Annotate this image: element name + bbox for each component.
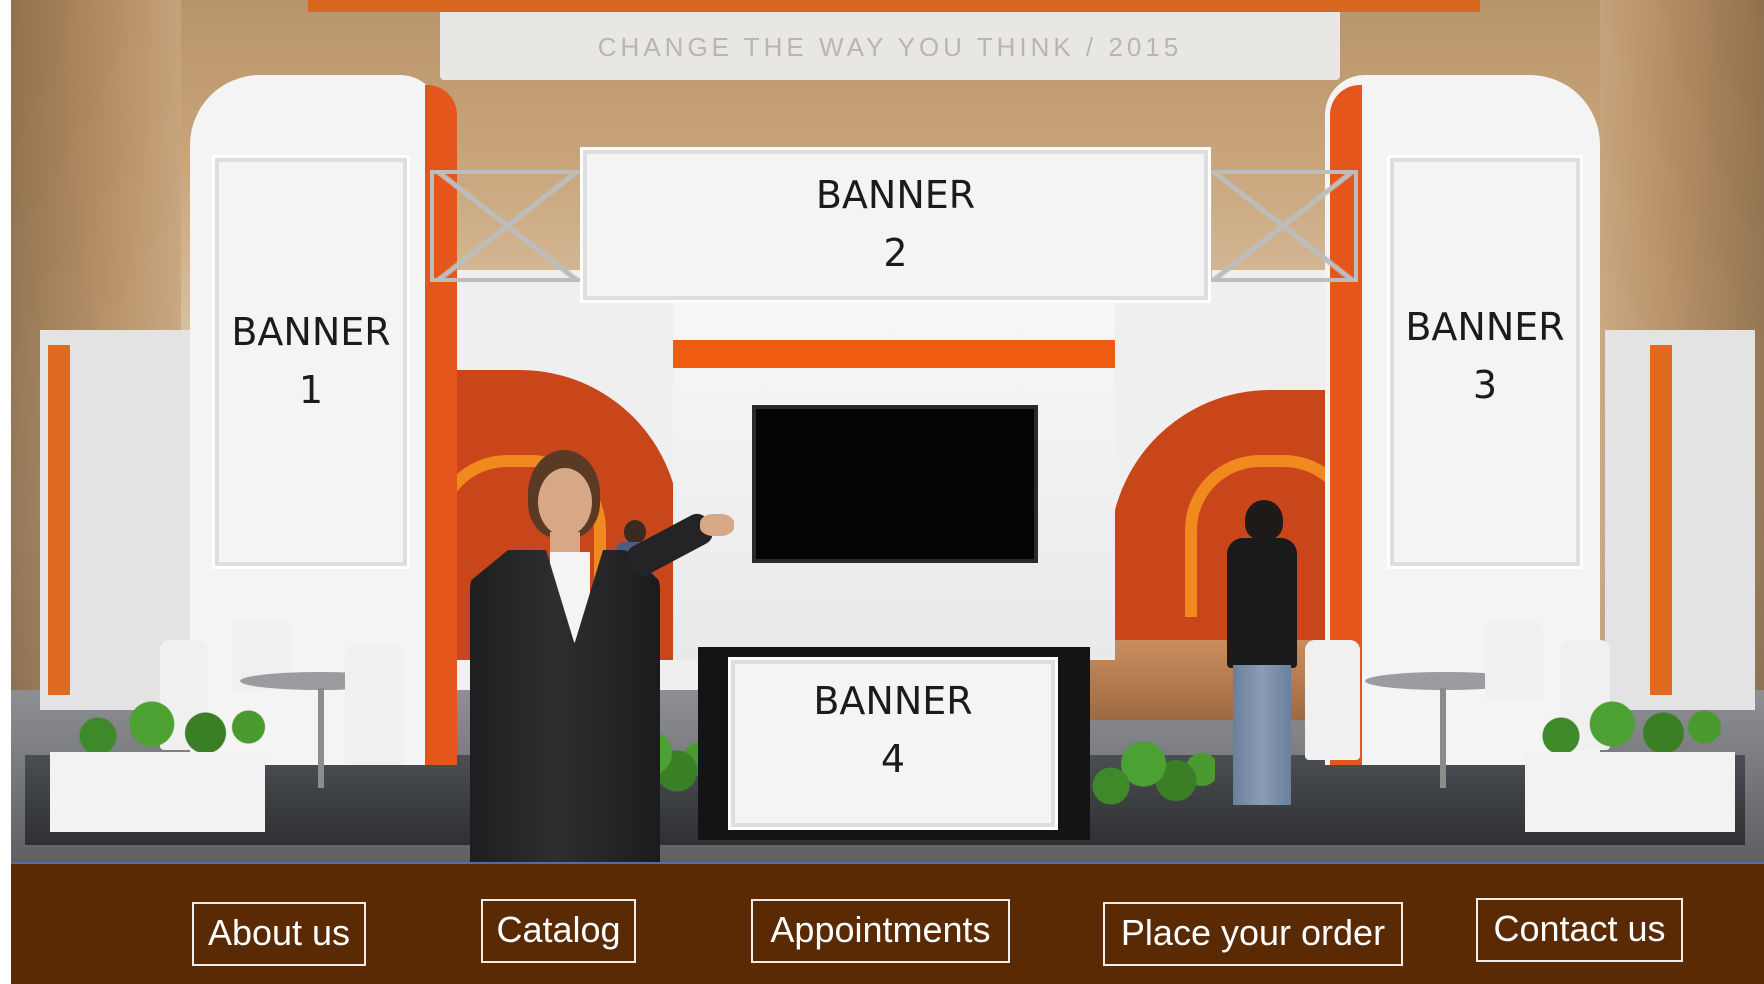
truss-right <box>1208 170 1358 282</box>
hall-sign-text: CHANGE THE WAY YOU THINK / 2015 <box>597 32 1183 62</box>
background-booth-right <box>1605 330 1755 710</box>
nav-bar: About us Catalog Appointments Place your… <box>11 862 1764 984</box>
plants <box>55 700 270 760</box>
booth-center-orange-band <box>673 340 1115 368</box>
chair <box>345 645 403 765</box>
virtual-booth-scene: CHANGE THE WAY YOU THINK / 2015 BANNER 1… <box>0 0 1764 984</box>
catalog-button[interactable]: Catalog <box>481 899 636 963</box>
contact-us-button[interactable]: Contact us <box>1476 898 1683 962</box>
banner-4[interactable]: BANNER 4 <box>731 660 1055 827</box>
banner-1-label: BANNER 1 <box>231 310 391 412</box>
appointments-button[interactable]: Appointments <box>751 899 1010 963</box>
truss-left <box>430 170 585 282</box>
banner-2-label: BANNER 2 <box>815 173 976 275</box>
banner-4-label: BANNER 4 <box>813 679 973 781</box>
place-your-order-button[interactable]: Place your order <box>1103 902 1403 966</box>
plants <box>1085 720 1215 830</box>
chair <box>1485 620 1543 700</box>
background-booth-left-accent <box>48 345 70 695</box>
table-leg <box>318 688 324 788</box>
plants <box>1520 700 1725 760</box>
chair <box>1305 640 1360 760</box>
background-booth-right-accent <box>1650 345 1672 695</box>
tv-screen[interactable] <box>752 405 1038 563</box>
hostess-avatar <box>460 450 760 862</box>
banner-3[interactable]: BANNER 3 <box>1390 158 1580 566</box>
table-leg <box>1440 688 1446 788</box>
top-orange-strip <box>308 0 1480 12</box>
planter <box>50 752 265 832</box>
visitor-right <box>1215 500 1305 810</box>
banner-2[interactable]: BANNER 2 <box>583 150 1208 300</box>
banner-1[interactable]: BANNER 1 <box>215 158 407 566</box>
banner-3-label: BANNER 3 <box>1405 305 1565 407</box>
planter <box>1525 752 1735 832</box>
about-us-button[interactable]: About us <box>192 902 366 966</box>
